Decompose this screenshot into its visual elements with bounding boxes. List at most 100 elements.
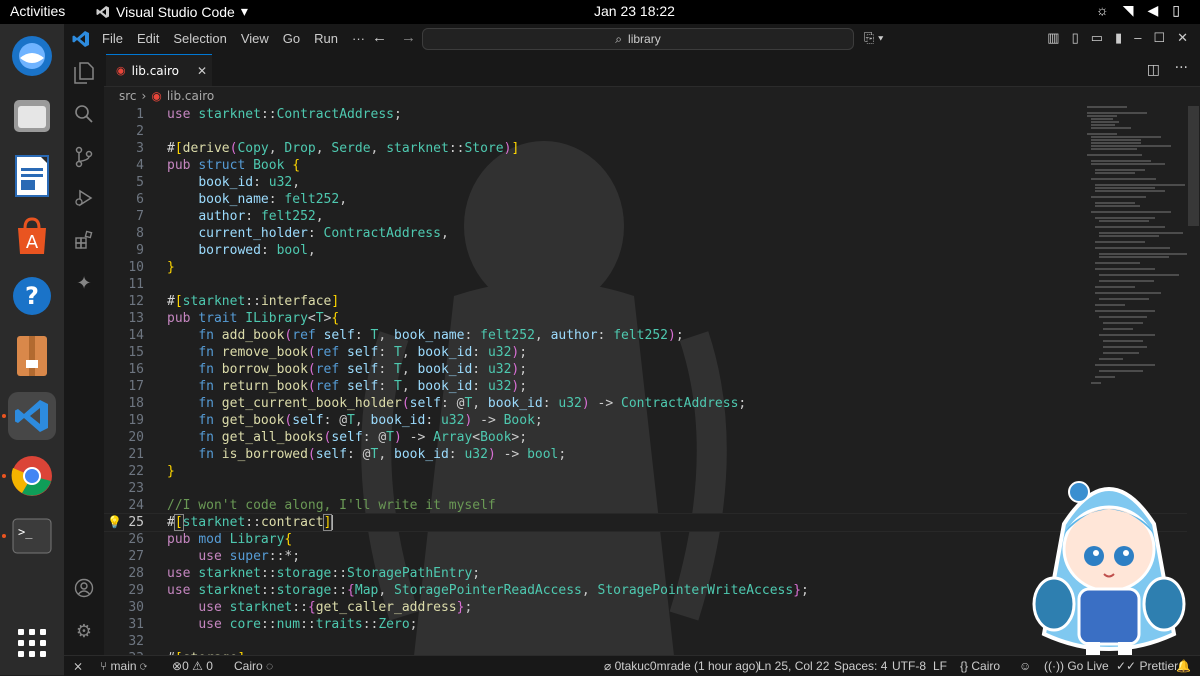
run-debug-icon[interactable] — [72, 188, 96, 212]
menu-go[interactable]: Go — [283, 31, 300, 46]
menu-edit[interactable]: Edit — [137, 31, 159, 46]
show-apps-icon[interactable] — [18, 629, 46, 657]
terminal-icon[interactable]: >_ — [8, 512, 56, 560]
notifications-bell-icon[interactable]: 🔔 — [1176, 659, 1191, 673]
settings-gear-icon[interactable]: ⚙ — [72, 620, 96, 644]
svg-text:?: ? — [25, 282, 39, 310]
thunderbird-icon[interactable] — [8, 32, 56, 80]
end-of-line[interactable]: LF — [933, 659, 947, 673]
activities-button[interactable]: Activities — [10, 3, 65, 19]
menu-view[interactable]: View — [241, 31, 269, 46]
volume-icon: ◀ — [1147, 2, 1159, 18]
close-icon[interactable]: ✕ — [1177, 30, 1188, 46]
broadcast-icon: ((·)) — [1044, 659, 1064, 673]
app-name: Visual Studio Code — [116, 3, 235, 20]
git-branch[interactable]: ⑂ main ⟳ — [100, 659, 147, 673]
account-icon[interactable] — [72, 578, 96, 602]
code-line: 16 fn borrow_book(ref self: T, book_id: … — [128, 362, 528, 377]
copilot-status-icon[interactable]: ☺ — [1019, 659, 1031, 673]
help-icon[interactable]: ? — [8, 272, 56, 320]
back-arrow-icon[interactable]: ← — [372, 29, 387, 46]
scrollbar-thumb[interactable] — [1188, 106, 1199, 226]
system-tray[interactable]: ☼ ◥ ◀ ▯ — [1096, 2, 1180, 19]
code-line: 11 — [128, 277, 144, 292]
code-line: 18 fn get_current_book_holder(self: @T, … — [128, 396, 747, 411]
menu-selection[interactable]: Selection — [173, 31, 226, 46]
search-icon: ⌕ — [615, 31, 623, 46]
cairo-file-icon: ◉ — [151, 89, 162, 103]
app-menu[interactable]: Visual Studio Code ▾ — [96, 3, 248, 20]
copilot-icon[interactable]: ⎘ ▾ — [864, 30, 883, 46]
explorer-icon[interactable] — [72, 62, 96, 86]
navigation-arrows: ← → — [372, 29, 416, 46]
more-actions-icon[interactable]: ··· — [1175, 60, 1188, 76]
toggle-secondary-sidebar-icon[interactable]: ▮ — [1115, 30, 1122, 46]
problems-indicator[interactable]: ⊗0 ⚠ 0 — [172, 659, 213, 673]
code-line: 14 fn add_book(ref self: T, book_name: f… — [128, 328, 684, 343]
chrome-icon[interactable] — [8, 452, 56, 500]
warning-icon: ⚠ — [192, 659, 203, 673]
files-icon[interactable] — [8, 92, 56, 140]
close-tab-icon[interactable]: ✕ — [197, 64, 207, 78]
maximize-icon[interactable]: ☐ — [1153, 30, 1165, 46]
breadcrumb-file[interactable]: lib.cairo — [167, 89, 214, 103]
extensions-icon[interactable] — [72, 230, 96, 254]
system-top-bar: Activities Visual Studio Code ▾ Jan 23 1… — [0, 0, 1200, 24]
code-line: 1 use starknet::ContractAddress; — [136, 107, 402, 122]
code-line: 4 pub struct Book { — [136, 158, 301, 173]
customize-layout-icon[interactable]: ▥ — [1047, 30, 1059, 46]
code-line: 15 fn remove_book(ref self: T, book_id: … — [128, 345, 528, 360]
breadcrumb: src › ◉ lib.cairo — [104, 86, 1200, 106]
language-mode[interactable]: {} Cairo — [960, 659, 1000, 673]
language-status-left[interactable]: Cairo ◌ — [234, 659, 273, 673]
app-center-icon[interactable]: A — [8, 212, 56, 260]
search-text: library — [628, 32, 661, 46]
vscode-logo-icon — [72, 31, 89, 47]
forward-arrow-icon[interactable]: → — [401, 29, 416, 46]
toggle-panel-icon[interactable]: ▭ — [1091, 30, 1103, 46]
code-line: 5 book_id: u32, — [136, 175, 301, 190]
running-indicator — [2, 474, 6, 478]
code-line: 21 fn is_borrowed(self: @T, book_id: u32… — [128, 447, 567, 462]
vscode-dock-icon[interactable] — [8, 392, 56, 440]
go-live-button[interactable]: ((·)) Go Live — [1044, 659, 1109, 673]
remote-indicator-icon[interactable]: ⨯ — [64, 656, 92, 676]
menu-file[interactable]: File — [102, 31, 123, 46]
prettier-status[interactable]: ✓✓ Prettier — [1116, 659, 1178, 673]
split-editor-icon[interactable]: ◫ — [1147, 62, 1160, 78]
tab-lib-cairo[interactable]: ◉ lib.cairo ✕ — [106, 54, 212, 86]
toggle-sidebar-icon[interactable]: ▯ — [1072, 30, 1079, 46]
code-line: 3 #[derive(Copy, Drop, Serde, starknet::S… — [136, 141, 520, 156]
clock[interactable]: Jan 23 18:22 — [594, 3, 675, 19]
dock: A ? >_ — [0, 24, 64, 675]
encoding[interactable]: UTF-8 — [892, 659, 926, 673]
git-blame[interactable]: ⌀ 0takuc0mrade (1 hour ago) — [604, 659, 759, 673]
code-line: 13 pub trait ILibrary<T>{ — [128, 311, 340, 326]
indentation[interactable]: Spaces: 4 — [834, 659, 887, 673]
wifi-icon: ◥ — [1122, 2, 1134, 18]
source-control-icon[interactable] — [72, 146, 96, 170]
code-editor[interactable]: 1 use starknet::ContractAddress; 2 3 #[der… — [104, 106, 1200, 655]
brightness-icon: ☼ — [1095, 2, 1109, 18]
text-cursor — [331, 515, 334, 530]
error-icon: ⊗ — [172, 659, 183, 673]
svg-text:A: A — [26, 232, 39, 253]
code-line: 20 fn get_all_books(self: @T) -> Array<B… — [128, 430, 528, 445]
minimize-icon[interactable]: – — [1134, 30, 1141, 46]
editor-tabs: ◉ lib.cairo ✕ ◫ ··· — [104, 54, 1200, 87]
code-line: 10} — [128, 260, 175, 275]
branch-icon: ⑂ — [100, 659, 108, 673]
writer-icon[interactable] — [8, 152, 56, 200]
layout-controls: ▥ ▯ ▭ ▮ – ☐ ✕ — [1047, 30, 1188, 46]
copilot-sparkle-icon[interactable]: ✦ — [72, 272, 96, 296]
command-center-search[interactable]: ⌕ library — [422, 28, 854, 50]
breadcrumb-folder[interactable]: src — [119, 89, 137, 103]
menu-more[interactable]: ··· — [352, 31, 365, 46]
code-line: 17 fn return_book(ref self: T, book_id: … — [128, 379, 528, 394]
menu-bar: File Edit Selection View Go Run ··· — [102, 31, 365, 46]
archive-manager-icon[interactable] — [8, 332, 56, 380]
menu-run[interactable]: Run — [314, 31, 338, 46]
vscode-window: File Edit Selection View Go Run ··· ← → … — [64, 24, 1200, 676]
cursor-position[interactable]: Ln 25, Col 22 — [758, 659, 829, 673]
search-icon[interactable] — [72, 104, 96, 128]
